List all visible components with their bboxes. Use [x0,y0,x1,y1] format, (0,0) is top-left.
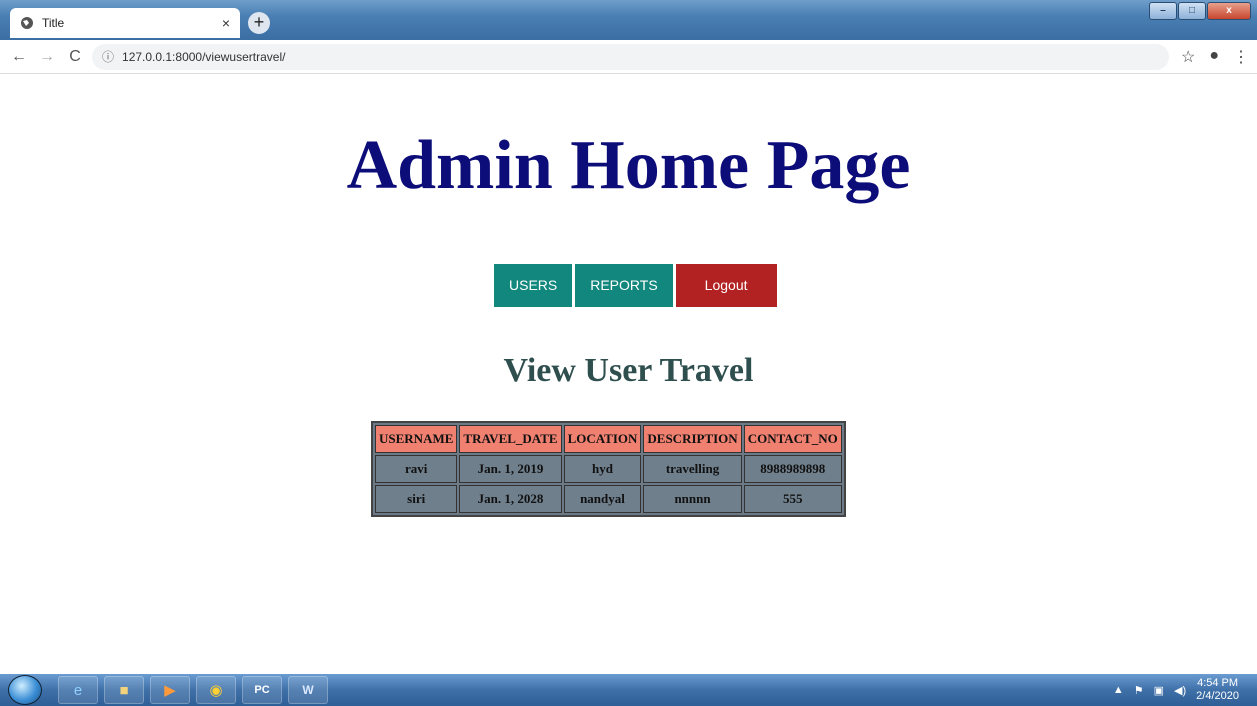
browser-titlebar: Title × + – □ x [0,0,1257,40]
tab-title: Title [42,16,65,30]
cell-location: nandyal [563,485,642,513]
cell-contact-no: 8988989898 [743,455,842,483]
cell-location: hyd [563,455,642,483]
url-field[interactable]: ⓘ 127.0.0.1:8000/viewusertravel/ [92,43,1169,70]
clock-date: 2/4/2020 [1196,690,1239,702]
section-title: View User Travel [503,352,754,389]
header-description: DESCRIPTION [643,425,742,453]
table-header-row: USERNAME TRAVEL_DATE LOCATION DESCRIPTIO… [375,425,842,453]
profile-icon[interactable]: ● [1209,47,1219,67]
travel-table-container: USERNAME TRAVEL_DATE LOCATION DESCRIPTIO… [371,421,846,517]
cell-username: siri [375,485,458,513]
info-icon[interactable]: ⓘ [102,48,114,65]
close-button[interactable]: x [1207,2,1251,20]
address-bar: ← → C ⓘ 127.0.0.1:8000/viewusertravel/ ☆… [0,40,1257,74]
maximize-button[interactable]: □ [1178,2,1206,20]
cell-contact-no: 555 [743,485,842,513]
chrome-icon[interactable]: ◉ [196,676,236,704]
header-location: LOCATION [563,425,642,453]
url-text: 127.0.0.1:8000/viewusertravel/ [122,49,286,64]
browser-tab[interactable]: Title × [10,8,240,38]
file-explorer-icon[interactable]: ■ [104,676,144,704]
system-tray: ▲ ⚑ ▣ ◀) 4:54 PM 2/4/2020 [1113,677,1257,703]
toolbar-icons: ☆ ● ⋮ [1181,47,1249,67]
reports-button[interactable]: REPORTS [575,264,673,307]
travel-table: USERNAME TRAVEL_DATE LOCATION DESCRIPTIO… [371,421,846,517]
header-travel-date: TRAVEL_DATE [459,425,562,453]
window-controls: – □ x [1149,2,1251,20]
menu-icon[interactable]: ⋮ [1233,47,1249,67]
bookmark-star-icon[interactable]: ☆ [1181,47,1195,67]
cell-description: nnnnn [643,485,742,513]
table-row: siri Jan. 1, 2028 nandyal nnnnn 555 [375,485,842,513]
cell-username: ravi [375,455,458,483]
logout-button[interactable]: Logout [675,264,777,307]
forward-icon[interactable]: → [36,48,58,66]
minimize-button[interactable]: – [1149,2,1177,20]
pycharm-icon[interactable]: PC [242,676,282,704]
cell-description: travelling [643,455,742,483]
clock-time: 4:54 PM [1197,677,1239,689]
header-contact-no: CONTACT_NO [743,425,842,453]
new-tab-button[interactable]: + [248,12,270,34]
users-button[interactable]: USERS [494,264,573,307]
taskbar: e ■ ▶ ◉ PC W ▲ ⚑ ▣ ◀) 4:54 PM 2/4/2020 [0,674,1257,706]
tab-close-icon[interactable]: × [222,15,230,31]
word-icon[interactable]: W [288,676,328,704]
clock[interactable]: 4:54 PM 2/4/2020 [1196,677,1239,703]
page-title: Admin Home Page [346,127,911,204]
header-username: USERNAME [375,425,458,453]
cell-travel-date: Jan. 1, 2019 [459,455,562,483]
cell-travel-date: Jan. 1, 2028 [459,485,562,513]
volume-icon[interactable]: ◀) [1174,684,1186,697]
action-center-icon[interactable]: ⚑ [1134,684,1144,697]
back-icon[interactable]: ← [8,48,30,66]
start-button[interactable] [8,675,42,705]
network-icon[interactable]: ▣ [1154,684,1164,697]
admin-nav: USERS REPORTS Logout [494,264,777,307]
reload-icon[interactable]: C [64,48,86,66]
media-player-icon[interactable]: ▶ [150,676,190,704]
table-row: ravi Jan. 1, 2019 hyd travelling 8988989… [375,455,842,483]
internet-explorer-icon[interactable]: e [58,676,98,704]
globe-icon [21,17,33,29]
tray-arrow-icon[interactable]: ▲ [1113,684,1124,696]
